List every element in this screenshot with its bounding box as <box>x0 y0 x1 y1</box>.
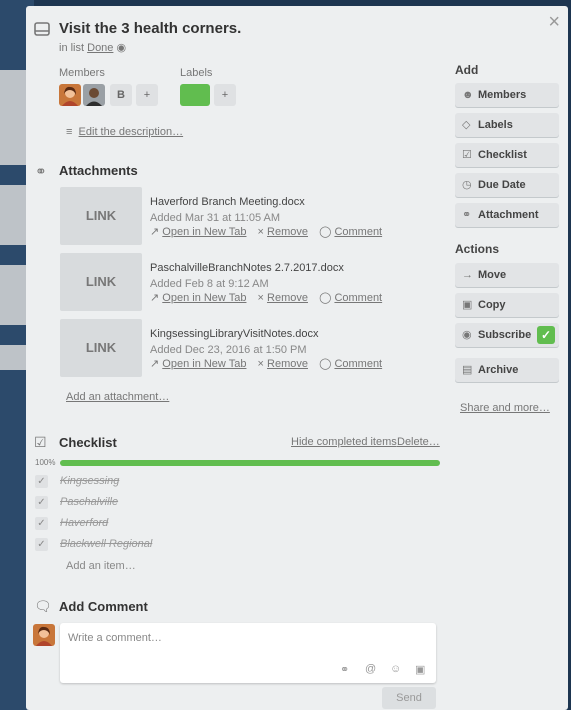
comment-link[interactable]: Comment <box>334 226 382 238</box>
attachment-date: Added Mar 31 at 11:05 AM <box>150 212 281 224</box>
attachment-thumbnail[interactable]: LINK <box>60 319 142 377</box>
close-icon[interactable]: × <box>548 12 560 32</box>
checklist-item[interactable]: Paschalville <box>60 496 118 508</box>
attachment-date: Added Dec 23, 2016 at 1:50 PM <box>150 344 307 356</box>
checklist-icon: ☑ <box>462 149 472 161</box>
external-link-icon: ↗ <box>150 292 160 304</box>
attachment-actions: ↗ Open in New Tab × Remove ◯ Comment <box>150 357 382 370</box>
actions-heading: Actions <box>455 242 500 256</box>
check-icon: ✓ <box>537 326 555 344</box>
add-heading: Add <box>455 63 479 77</box>
paperclip-icon: ⚭ <box>35 163 47 179</box>
archive-button[interactable]: ▤ Archive <box>455 358 559 382</box>
attachment-button[interactable]: ⚭ Attachment <box>455 203 559 227</box>
avatar[interactable] <box>83 84 105 106</box>
checklist-progress-bar <box>60 460 440 466</box>
add-checklist-item-link[interactable]: Add an item… <box>66 560 136 572</box>
checkbox[interactable]: ✓ <box>35 517 48 530</box>
send-button[interactable]: Send <box>382 687 436 709</box>
avatar <box>33 624 55 646</box>
paperclip-icon: ⚭ <box>462 209 472 221</box>
attachment-thumbnail[interactable]: LINK <box>60 187 142 245</box>
open-in-new-tab-link[interactable]: Open in New Tab <box>162 292 246 304</box>
watch-icon: ◉ <box>116 42 127 54</box>
list-link[interactable]: Done <box>87 42 113 54</box>
external-link-icon: ↗ <box>150 358 160 370</box>
x-icon: × <box>257 358 264 370</box>
attachment-actions: ↗ Open in New Tab × Remove ◯ Comment <box>150 225 382 238</box>
checklist-item[interactable]: Kingsessing <box>60 475 119 487</box>
add-member-button[interactable]: + <box>136 84 158 106</box>
x-icon: × <box>257 226 264 238</box>
external-link-icon: ↗ <box>150 226 160 238</box>
paperclip-icon[interactable]: ⚭ <box>340 663 349 676</box>
attachments-title: Attachments <box>59 163 138 178</box>
clock-icon: ◷ <box>462 179 472 191</box>
attachment-date: Added Feb 8 at 9:12 AM <box>150 278 269 290</box>
attachment-name[interactable]: Haverford Branch Meeting.docx <box>150 196 305 208</box>
labels-button[interactable]: ◇ Labels <box>455 113 559 137</box>
eye-icon: ◉ <box>462 329 472 341</box>
remove-link[interactable]: Remove <box>267 358 308 370</box>
add-label-button[interactable]: + <box>214 84 236 106</box>
checklist-button[interactable]: ☑ Checklist <box>455 143 559 167</box>
checklist-item[interactable]: Haverford <box>60 517 108 529</box>
comment-icon: ◯ <box>319 226 332 238</box>
hide-completed-link[interactable]: Hide completed items <box>291 436 397 448</box>
card-icon[interactable]: ▣ <box>415 663 425 676</box>
subscribe-button[interactable]: ◉ Subscribe ✓ <box>455 323 559 347</box>
description-icon: ≡ <box>66 126 73 138</box>
move-button[interactable]: → Move <box>455 263 559 287</box>
edit-description-link[interactable]: ≡ Edit the description… <box>66 126 183 138</box>
due-date-button[interactable]: ◷ Due Date <box>455 173 559 197</box>
at-mention-icon[interactable]: @ <box>365 663 376 675</box>
checkbox[interactable]: ✓ <box>35 538 48 551</box>
comment-link[interactable]: Comment <box>334 358 382 370</box>
member-initial-avatar[interactable]: B <box>110 84 132 106</box>
comment-input[interactable]: Write a comment… ⚭ @ ☺ ▣ <box>60 623 436 683</box>
remove-link[interactable]: Remove <box>267 292 308 304</box>
members-label: Members <box>59 67 105 79</box>
arrow-right-icon: → <box>462 269 473 281</box>
delete-checklist-link[interactable]: Delete… <box>397 436 440 448</box>
archive-icon: ▤ <box>462 364 473 376</box>
checklist-icon: ☑ <box>34 434 47 450</box>
attachment-name[interactable]: PaschalvilleBranchNotes 2.7.2017.docx <box>150 262 344 274</box>
add-attachment-link[interactable]: Add an attachment… <box>66 391 169 403</box>
comment-icon: ◯ <box>319 292 332 304</box>
card-icon <box>34 22 50 36</box>
comment-link[interactable]: Comment <box>334 292 382 304</box>
comment-placeholder: Write a comment… <box>68 632 162 644</box>
checklist-title: Checklist <box>59 435 117 450</box>
share-and-more-link[interactable]: Share and more… <box>460 402 550 414</box>
remove-link[interactable]: Remove <box>267 226 308 238</box>
attachment-name[interactable]: KingsessingLibraryVisitNotes.docx <box>150 328 319 340</box>
emoji-icon[interactable]: ☺ <box>390 663 401 675</box>
copy-button[interactable]: ▣ Copy <box>455 293 559 317</box>
checkbox[interactable]: ✓ <box>35 475 48 488</box>
labels-label: Labels <box>180 67 213 79</box>
green-label[interactable] <box>180 84 210 106</box>
x-icon: × <box>257 292 264 304</box>
attachment-actions: ↗ Open in New Tab × Remove ◯ Comment <box>150 291 382 304</box>
attachment-thumbnail[interactable]: LINK <box>60 253 142 311</box>
comment-icon: ◯ <box>319 358 332 370</box>
avatar[interactable] <box>59 84 81 106</box>
members-button[interactable]: ☻ Members <box>455 83 559 107</box>
checkbox[interactable]: ✓ <box>35 496 48 509</box>
copy-icon: ▣ <box>462 299 473 311</box>
open-in-new-tab-link[interactable]: Open in New Tab <box>162 358 246 370</box>
card-title[interactable]: Visit the 3 health corners. <box>59 20 241 37</box>
open-in-new-tab-link[interactable]: Open in New Tab <box>162 226 246 238</box>
comment-icon: 🗨 <box>34 598 52 614</box>
person-icon: ☻ <box>462 89 474 101</box>
list-info: in list Done ◉ <box>59 42 127 54</box>
progress-fill <box>60 460 440 466</box>
progress-percent: 100% <box>35 458 56 467</box>
card-detail-modal: × Visit the 3 health corners. in list Do… <box>26 6 568 710</box>
add-comment-title: Add Comment <box>59 599 148 614</box>
tag-icon: ◇ <box>462 119 471 131</box>
checklist-item[interactable]: Blackwell Regional <box>60 538 152 550</box>
